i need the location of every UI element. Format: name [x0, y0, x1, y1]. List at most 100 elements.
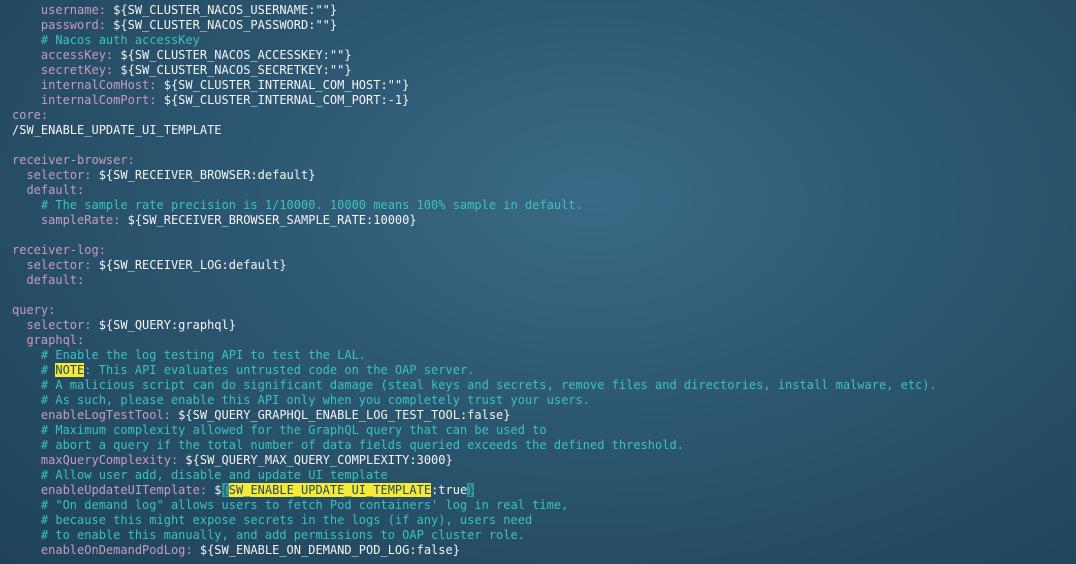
- config-comment: : This API evaluates untrusted code on t…: [84, 363, 475, 377]
- config-value: ${SW_CLUSTER_NACOS_ACCESSKEY:""}: [113, 48, 352, 62]
- terminal-line: accessKey: ${SW_CLUSTER_NACOS_ACCESSKEY:…: [12, 48, 1076, 63]
- terminal-line: selector: ${SW_RECEIVER_LOG:default}: [12, 258, 1076, 273]
- terminal-line: default:: [12, 273, 1076, 288]
- config-key: core:: [12, 108, 49, 122]
- config-comment: # The sample rate precision is 1/10000. …: [40, 198, 583, 212]
- terminal-line: # Nacos auth accessKey: [12, 33, 1076, 48]
- config-key: secretKey:: [40, 63, 114, 77]
- config-value: ${SW_CLUSTER_INTERNAL_COM_PORT:-1}: [156, 93, 410, 107]
- terminal-line: maxQueryComplexity: ${SW_QUERY_MAX_QUERY…: [12, 453, 1076, 468]
- config-key: enableUpdateUITemplate:: [40, 483, 208, 497]
- terminal-line: # The sample rate precision is 1/10000. …: [12, 198, 1076, 213]
- terminal-line: enableLogTestTool: ${SW_QUERY_GRAPHQL_EN…: [12, 408, 1076, 423]
- config-value: ${SW_ENABLE_ON_DEMAND_POD_LOG:false}: [192, 543, 460, 557]
- config-value: :true: [431, 483, 468, 497]
- terminal-line: # to enable this manually, and add permi…: [12, 528, 1076, 543]
- config-value: ${SW_CLUSTER_INTERNAL_COM_HOST:""}: [156, 78, 410, 92]
- config-key: enableLogTestTool:: [40, 408, 171, 422]
- terminal-line: # abort a query if the total number of d…: [12, 438, 1076, 453]
- search-highlight: NOTE: [55, 363, 85, 377]
- terminal-line: # As such, please enable this API only w…: [12, 393, 1076, 408]
- config-comment: # Allow user add, disable and update UI …: [40, 468, 388, 482]
- config-comment: # abort a query if the total number of d…: [40, 438, 684, 452]
- config-value: ${SW_QUERY_MAX_QUERY_COMPLEXITY:3000}: [178, 453, 453, 467]
- config-value: ${SW_CLUSTER_NACOS_USERNAME:""}: [105, 3, 338, 17]
- terminal-line: default:: [12, 183, 1076, 198]
- config-key: graphql:: [26, 333, 85, 347]
- config-value: ${SW_CLUSTER_NACOS_SECRETKEY:""}: [113, 63, 352, 77]
- terminal-line: # Maximum complexity allowed for the Gra…: [12, 423, 1076, 438]
- config-comment: # Enable the log testing API to test the…: [40, 348, 367, 362]
- config-key: receiver-browser:: [12, 153, 135, 167]
- config-key: selector:: [26, 168, 92, 182]
- config-key: username:: [40, 3, 106, 17]
- terminal-line: # Enable the log testing API to test the…: [12, 348, 1076, 363]
- search-highlight: }: [467, 483, 475, 497]
- config-key: default:: [26, 183, 85, 197]
- terminal-line: receiver-browser:: [12, 153, 1076, 168]
- terminal-line: # A malicious script can do significant …: [12, 378, 1076, 393]
- terminal-line: core:: [12, 108, 1076, 123]
- config-comment: # to enable this manually, and add permi…: [40, 528, 525, 542]
- search-highlight: SW_ENABLE_UPDATE_UI_TEMPLATE: [228, 483, 432, 497]
- terminal-line: sampleRate: ${SW_RECEIVER_BROWSER_SAMPLE…: [12, 213, 1076, 228]
- config-key: internalComPort:: [40, 93, 157, 107]
- terminal-line: selector: ${SW_RECEIVER_BROWSER:default}: [12, 168, 1076, 183]
- config-value: ${SW_RECEIVER_BROWSER:default}: [91, 168, 316, 182]
- config-key: sampleRate:: [40, 213, 121, 227]
- config-value: ${SW_CLUSTER_NACOS_PASSWORD:""}: [105, 18, 338, 32]
- terminal-line: # Allow user add, disable and update UI …: [12, 468, 1076, 483]
- config-key: receiver-log:: [12, 243, 106, 257]
- terminal-text-area[interactable]: username: ${SW_CLUSTER_NACOS_USERNAME:""…: [12, 3, 1076, 558]
- config-key: default:: [26, 273, 85, 287]
- terminal-line: enableUpdateUITemplate: ${SW_ENABLE_UPDA…: [12, 483, 1076, 498]
- config-key: selector:: [26, 258, 92, 272]
- config-value: ${SW_RECEIVER_LOG:default}: [91, 258, 287, 272]
- config-comment: # A malicious script can do significant …: [40, 378, 937, 392]
- terminal-line: # because this might expose secrets in t…: [12, 513, 1076, 528]
- config-value: /SW_ENABLE_UPDATE_UI_TEMPLATE: [12, 123, 222, 137]
- config-key: accessKey:: [40, 48, 114, 62]
- config-comment: # "On demand log" allows users to fetch …: [40, 498, 569, 512]
- config-value: ${SW_QUERY:graphql}: [91, 318, 236, 332]
- config-key: internalComHost:: [40, 78, 157, 92]
- config-key: password:: [40, 18, 106, 32]
- search-highlight: {: [221, 483, 229, 497]
- config-comment: # because this might expose secrets in t…: [40, 513, 533, 527]
- terminal-line: selector: ${SW_QUERY:graphql}: [12, 318, 1076, 333]
- terminal-line: username: ${SW_CLUSTER_NACOS_USERNAME:""…: [12, 3, 1076, 18]
- terminal-line: receiver-log:: [12, 243, 1076, 258]
- config-comment: # Nacos auth accessKey: [40, 33, 200, 47]
- terminal-line: graphql:: [12, 333, 1076, 348]
- config-value: ${SW_QUERY_GRAPHQL_ENABLE_LOG_TEST_TOOL:…: [170, 408, 511, 422]
- config-comment: #: [40, 363, 56, 377]
- config-comment: # Maximum complexity allowed for the Gra…: [40, 423, 547, 437]
